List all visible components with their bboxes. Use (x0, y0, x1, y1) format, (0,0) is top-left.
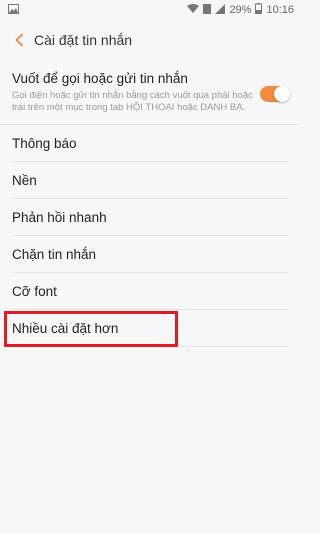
settings-item-block-messages[interactable]: Chặn tin nhắn (12, 236, 288, 273)
status-bar: 29% 10:16 (0, 0, 300, 20)
image-icon (8, 3, 19, 17)
swipe-setting-row[interactable]: Vuốt để gọi hoặc gửi tin nhắn Gọi điện h… (0, 64, 300, 125)
settings-item-notifications[interactable]: Thông báo (12, 125, 288, 162)
swipe-setting-description: Gọi điện hoặc gửi tin nhắn bằng cách vuố… (12, 90, 253, 113)
settings-item-more-settings[interactable]: Nhiều cài đặt hơn (12, 310, 288, 347)
clock: 10:16 (266, 4, 294, 16)
battery-percent: 29% (229, 4, 252, 16)
settings-item-background[interactable]: Nền (12, 162, 288, 199)
app-header: Cài đặt tin nhắn (0, 20, 300, 60)
swipe-setting-title: Vuốt để gọi hoặc gửi tin nhắn (12, 71, 188, 86)
back-button[interactable] (10, 29, 28, 51)
swipe-toggle-switch[interactable] (260, 86, 290, 102)
wifi-icon (187, 3, 200, 17)
page-title: Cài đặt tin nhắn (34, 32, 133, 48)
data-icon (203, 3, 212, 17)
battery-icon (255, 3, 263, 17)
chevron-left-icon (14, 33, 23, 47)
signal-icon (215, 3, 226, 17)
toggle-knob (274, 86, 290, 102)
settings-item-quick-responses[interactable]: Phản hồi nhanh (12, 199, 288, 236)
settings-list: Vuốt để gọi hoặc gửi tin nhắn Gọi điện h… (0, 64, 300, 347)
settings-item-font-size[interactable]: Cỡ font (12, 273, 288, 310)
